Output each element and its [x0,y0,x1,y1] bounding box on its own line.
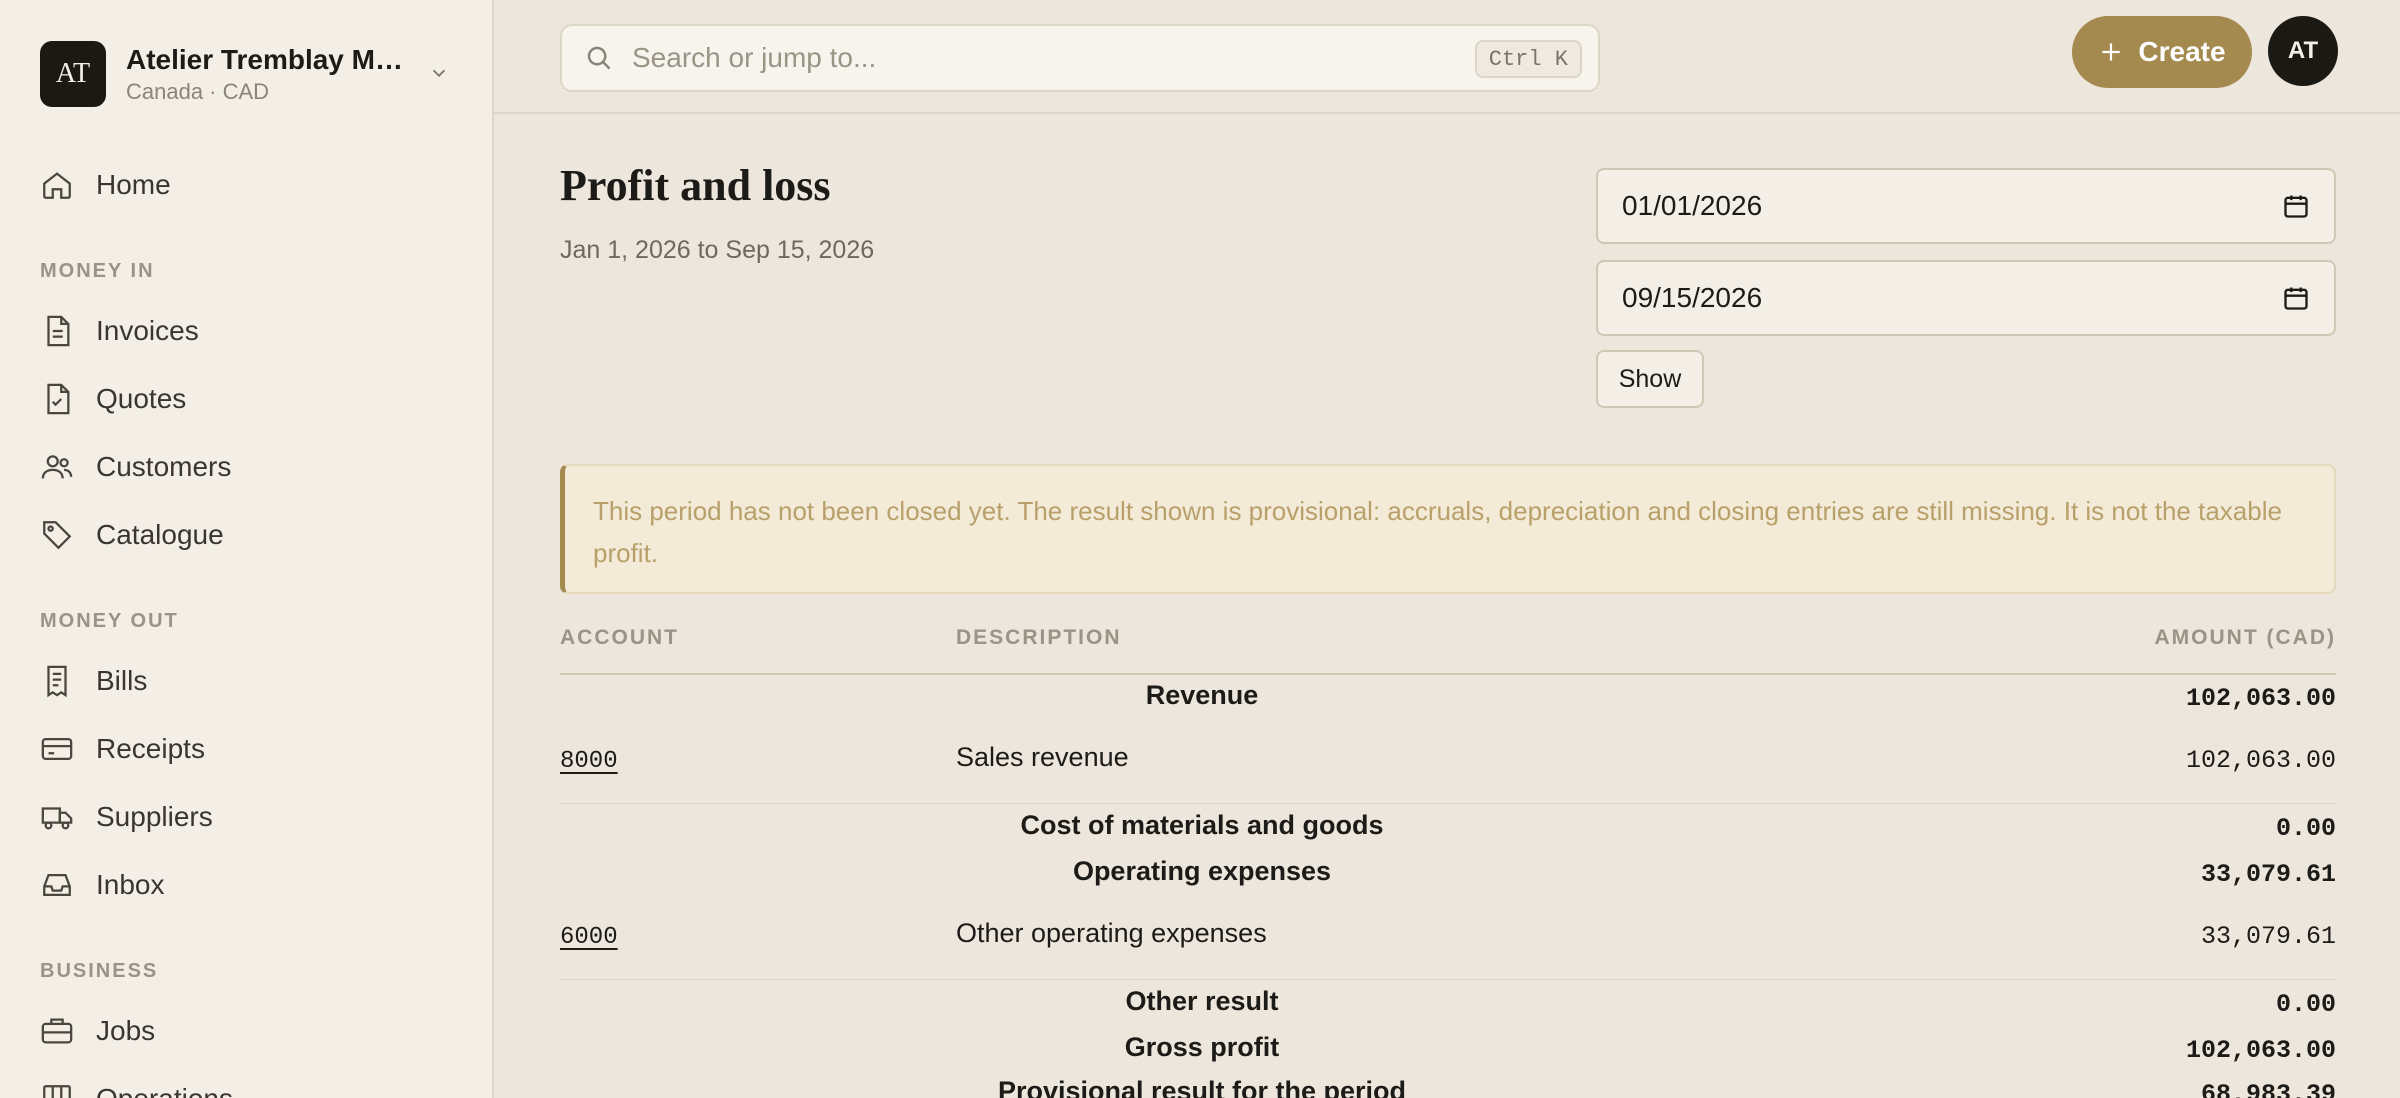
table-row-group: Cost of materials and goods 0.00 [560,804,2336,850]
search-input[interactable] [632,42,1432,74]
sidebar-item-jobs[interactable]: Jobs [40,1006,460,1056]
sidebar-item-label: Operations [96,1083,233,1098]
sidebar-item-label: Suppliers [96,801,213,832]
columns-icon [43,1085,71,1098]
page-title: Profit and loss [560,161,831,210]
end-date-value: 09/15/2026 [1622,282,1763,313]
column-header-description: DESCRIPTION [956,626,1122,649]
org-text: Atelier Tremblay Mé… Canada · CAD [126,44,416,105]
sidebar-item-customers[interactable]: Customers [40,442,460,492]
calendar-icon[interactable] [2282,192,2310,220]
group-label: Cost of materials and goods [1020,810,1384,840]
group-label: Gross profit [1124,1032,1280,1062]
sidebar-item-label: Quotes [96,383,187,414]
column-header-account: ACCOUNT [560,626,679,649]
search-icon [587,46,611,70]
start-date-value: 01/01/2026 [1622,190,1763,221]
inbox-icon [43,873,71,897]
keyboard-shortcut-hint: Ctrl K [1474,40,1582,78]
receipt-icon [47,665,67,698]
sidebar-item-catalogue[interactable]: Catalogue [40,510,460,560]
section-business: BUSINESS [40,960,159,982]
account-description: Sales revenue [956,742,1129,772]
sidebar-item-label: Customers [96,451,232,482]
sidebar-item-receipts[interactable]: Receipts [40,724,460,774]
table-header-divider [560,673,2336,675]
sidebar-item-label: Catalogue [96,519,224,550]
sidebar-item-label: Bills [96,665,148,696]
column-header-amount: AMOUNT (CAD) [2154,626,2336,649]
group-amount: 0.00 [2275,990,2336,1019]
group-amount: 102,063.00 [2185,684,2336,713]
credit-card-icon [41,737,73,761]
sidebar-item-suppliers[interactable]: Suppliers [40,792,460,842]
group-amount: 33,079.61 [2200,860,2336,889]
group-label: Revenue [1145,680,1259,710]
report-period: Jan 1, 2026 to Sep 15, 2026 [560,236,875,264]
users-icon [41,455,73,479]
sidebar-item-label: Invoices [96,315,199,346]
org-name: Atelier Tremblay Mé… [126,43,416,75]
provisional-notice: This period has not been closed yet. The… [560,464,2336,594]
sidebar: AT Atelier Tremblay Mé… Canada · CAD Hom… [0,0,494,1098]
org-logo: AT [40,41,106,107]
start-date-input[interactable]: 01/01/2026 [1596,168,2336,244]
group-amount: 102,063.00 [2185,1036,2336,1065]
org-switcher[interactable]: AT Atelier Tremblay Mé… Canada · CAD [40,40,460,108]
plus-icon [2102,43,2121,61]
table-row-group: Operating expenses 33,079.61 [560,850,2336,900]
tag-icon [43,521,72,550]
account-link[interactable]: 8000 [560,748,618,775]
avatar[interactable]: AT [2268,16,2338,86]
account-description: Other operating expenses [956,918,1267,948]
sidebar-item-inbox[interactable]: Inbox [40,860,460,910]
briefcase-icon [41,1018,73,1044]
table-row-group: Gross profit 102,063.00 [560,1026,2336,1072]
sidebar-item-operations[interactable]: Operations [40,1074,460,1098]
chevron-down-icon[interactable] [428,62,450,84]
table-row-group: Other result 0.00 [560,980,2336,1026]
home-icon [43,172,71,199]
create-button[interactable]: Create [2072,16,2252,88]
line-amount: 102,063.00 [2185,746,2336,775]
document-icon [47,315,70,347]
org-subtitle: Canada · CAD [126,78,270,104]
line-amount: 33,079.61 [2200,922,2336,951]
sidebar-item-label: Jobs [96,1015,156,1046]
truck-icon [41,807,73,830]
topbar: Ctrl K Create AT [494,0,2400,114]
group-amount: 0.00 [2275,814,2336,843]
sidebar-item-bills[interactable]: Bills [40,656,460,706]
group-label: Provisional result for the period [997,1076,1407,1098]
table-row-group: Revenue 102,063.00 [560,676,2336,724]
sidebar-item-label: Home [96,169,171,200]
table-row-group: Provisional result for the period 68,983… [560,1072,2336,1098]
end-date-input[interactable]: 09/15/2026 [1596,260,2336,336]
account-link[interactable]: 6000 [560,924,618,951]
group-amount: 68,983.39 [2200,1080,2336,1098]
group-label: Other result [1125,986,1279,1016]
sidebar-item-label: Inbox [96,869,165,900]
section-money-out: MONEY OUT [40,610,179,632]
show-button[interactable]: Show [1596,350,1704,408]
section-money-in: MONEY IN [40,260,155,282]
sidebar-item-invoices[interactable]: Invoices [40,306,460,356]
calendar-icon[interactable] [2282,284,2310,312]
sidebar-item-quotes[interactable]: Quotes [40,374,460,424]
create-button-label: Create [2138,36,2226,67]
group-label: Operating expenses [1072,856,1332,886]
table-row: 8000 Sales revenue 102,063.00 [560,724,2336,804]
sidebar-item-home[interactable]: Home [40,160,460,210]
sidebar-item-label: Receipts [96,733,205,764]
search-box[interactable]: Ctrl K [560,24,1600,92]
table-row: 6000 Other operating expenses 33,079.61 [560,900,2336,980]
document-check-icon [47,383,70,415]
